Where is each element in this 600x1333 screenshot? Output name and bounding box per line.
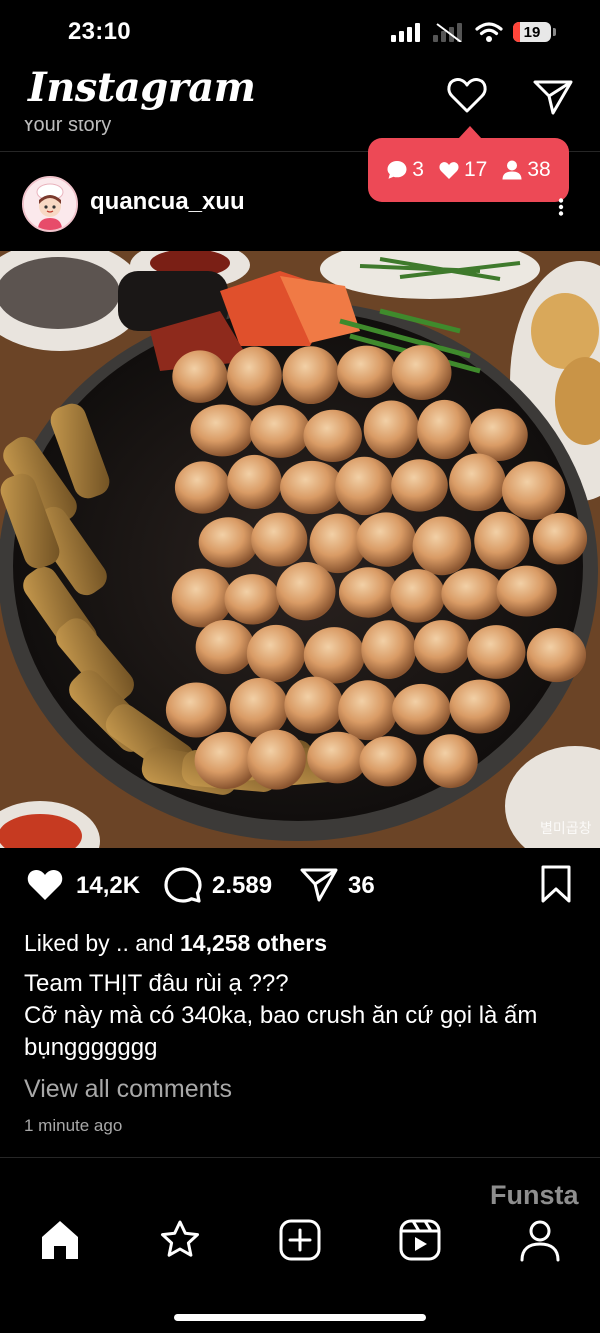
- food-piece: [246, 624, 306, 683]
- food-piece: [417, 399, 472, 460]
- share-icon[interactable]: [300, 866, 338, 904]
- post-image[interactable]: 별미곱창: [0, 251, 600, 848]
- send-icon[interactable]: [532, 76, 574, 116]
- funsta-watermark: Funsta: [490, 1180, 579, 1210]
- food-piece: [532, 512, 588, 565]
- nav-divider: [0, 1157, 600, 1158]
- notification-followers-count: 38: [527, 158, 551, 181]
- battery-level: 19: [523, 23, 541, 41]
- food-piece: [390, 569, 446, 623]
- food-piece: [229, 677, 289, 738]
- food-piece: [337, 345, 397, 398]
- food-piece: [423, 734, 478, 789]
- story-peek-label[interactable]: Your story: [22, 120, 111, 142]
- food-piece: [282, 346, 340, 405]
- liked-by-text[interactable]: Liked by .. and 14,258 others: [24, 930, 327, 957]
- chef-avatar-image: [24, 178, 76, 230]
- food-piece: [474, 511, 530, 570]
- home-indicator[interactable]: [174, 1314, 426, 1321]
- comment-count[interactable]: 2.589: [212, 872, 272, 900]
- liked-by-others[interactable]: 14,258 others: [180, 930, 327, 956]
- food-piece: [449, 453, 506, 512]
- food-piece: [359, 736, 417, 787]
- heart-filled-icon: [439, 162, 459, 179]
- avatar[interactable]: [22, 176, 78, 232]
- signal-icon: [391, 23, 420, 42]
- food-piece: [441, 568, 504, 620]
- battery-indicator: 19: [513, 22, 551, 42]
- image-watermark-text: 별미곱창: [540, 821, 592, 837]
- reels-icon[interactable]: [398, 1218, 442, 1262]
- food-piece: [198, 517, 259, 568]
- post-timestamp: 1 minute ago: [24, 1116, 123, 1135]
- food-piece: [172, 350, 228, 403]
- share-count[interactable]: 36: [348, 872, 375, 900]
- post-username[interactable]: quancua_xuu: [90, 188, 245, 216]
- person-icon: [502, 160, 522, 180]
- food-piece: [392, 683, 451, 735]
- food-piece: [363, 400, 420, 459]
- food-piece: [338, 680, 398, 741]
- food-piece: [249, 405, 311, 458]
- home-icon[interactable]: [38, 1218, 82, 1262]
- food-piece: [496, 565, 557, 617]
- signal-secondary-icon: [433, 23, 462, 42]
- notification-followers: 38: [501, 158, 551, 182]
- food-piece: [307, 731, 368, 784]
- wifi-icon: [475, 22, 503, 42]
- activity-notification-bubble[interactable]: 3 17 38: [368, 126, 569, 202]
- food-piece: [195, 620, 255, 675]
- notification-comments-count: 3: [412, 158, 424, 181]
- notification-comments: 3: [386, 158, 424, 182]
- star-icon[interactable]: [158, 1218, 202, 1262]
- food-piece: [412, 516, 472, 576]
- like-heart-icon[interactable]: [26, 866, 64, 902]
- food-piece: [526, 627, 587, 683]
- food-piece: [227, 346, 282, 406]
- food-piece: [361, 620, 417, 679]
- food-piece: [284, 676, 344, 734]
- food-piece: [251, 512, 308, 567]
- battery-cap: [553, 28, 556, 36]
- notification-likes-count: 17: [463, 158, 488, 181]
- food-piece: [469, 408, 528, 462]
- food-piece: [335, 456, 394, 516]
- post-caption: Team THỊT đâu rùi ạ ??? Cỡ này mà có 340…: [24, 970, 538, 1061]
- comment-bubble-icon: [387, 161, 407, 179]
- food-piece: [303, 627, 365, 684]
- food-piece: [247, 729, 306, 790]
- food-piece: [190, 404, 254, 457]
- food-piece: [171, 568, 233, 628]
- food-piece: [449, 679, 510, 734]
- food-piece: [174, 461, 231, 514]
- food-piece: [391, 345, 452, 401]
- profile-icon[interactable]: [518, 1218, 562, 1262]
- bookmark-icon[interactable]: [540, 864, 572, 904]
- instagram-logo: Instagram: [28, 64, 256, 111]
- food-piece: [280, 460, 344, 515]
- grilled-intestines-photo: 별미곱창: [0, 251, 600, 848]
- status-icons: 19: [391, 18, 556, 46]
- food-piece: [391, 459, 448, 512]
- food-piece: [501, 461, 566, 520]
- food-piece: [303, 409, 362, 463]
- heart-icon[interactable]: [446, 74, 488, 116]
- food-piece: [276, 562, 336, 621]
- status-time: 23:10: [68, 18, 131, 45]
- food-piece: [356, 512, 416, 567]
- food-piece: [467, 625, 526, 679]
- food-piece: [165, 682, 227, 738]
- liked-by-prefix: Liked by .. and: [24, 930, 180, 956]
- food-piece: [227, 454, 282, 509]
- more-options-icon[interactable]: [558, 198, 564, 216]
- food-piece: [224, 574, 281, 625]
- view-all-comments-link[interactable]: View all comments: [24, 1075, 232, 1104]
- comment-icon[interactable]: [164, 866, 202, 904]
- notification-likes: 17: [438, 158, 487, 182]
- create-icon[interactable]: [278, 1218, 322, 1262]
- like-count[interactable]: 14,2K: [76, 872, 140, 900]
- food-piece: [338, 567, 398, 618]
- food-piece: [413, 620, 470, 674]
